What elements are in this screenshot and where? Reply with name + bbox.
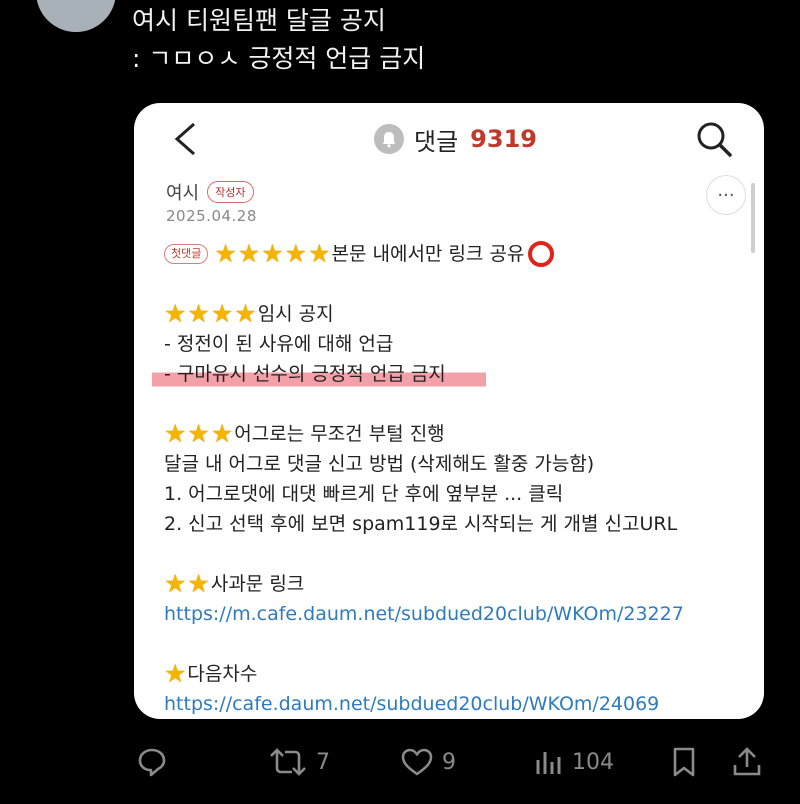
comment-line: ★ ★ ★ 어그로는 무조건 부털 진행 [164, 419, 744, 449]
circle-icon [528, 241, 555, 267]
comment-title: 댓글 9319 [374, 121, 537, 157]
comment-line: ★ 다음차수 [164, 659, 744, 689]
reply-button[interactable] [136, 746, 168, 778]
next-thread-link[interactable]: https://cafe.daum.net/subdued20club/WKOm… [164, 689, 659, 719]
attached-screenshot-card[interactable]: 댓글 9319 여시 작성자 2025.04.28 ··· 첫댓글 ★ ★ ★ ★ ★ … [134, 103, 764, 719]
star-icon: ★ [308, 239, 331, 268]
comment-text: 본문 내에서만 링크 공유 [331, 243, 525, 265]
star-icon: ★ [214, 239, 237, 268]
star-icon: ★ [164, 419, 187, 448]
comment-line: https://m.cafe.daum.net/subdued20club/WK… [164, 599, 744, 629]
author-badge: 작성자 [207, 181, 254, 203]
comment-date: 2025.04.28 [166, 207, 257, 225]
comment-text: 임시 공지 [257, 303, 334, 325]
comment-body: 첫댓글 ★ ★ ★ ★ ★ 본문 내에서만 링크 공유 ★ ★ ★ ★ 임시 공지 - 정전이… [152, 239, 744, 719]
first-comment-badge: 첫댓글 [164, 244, 209, 264]
comment-line: ★ ★ ★ ★ 임시 공지 [164, 299, 744, 329]
comment-line: 2. 신고 선택 후에 보면 spam119로 시작되는 게 개별 신고URL [164, 509, 744, 539]
bookmark-button[interactable] [670, 746, 698, 778]
comment-count: 9319 [470, 125, 537, 153]
share-icon [733, 747, 761, 776]
like-button[interactable]: 9 [400, 746, 456, 778]
star-icon: ★ [284, 239, 308, 268]
comment-line: - 정전이 된 사유에 대해 언급 [164, 329, 744, 359]
comment-text: 1. 어그로댓에 대댓 빠르게 단 후에 옆부분 ... 클릭 [164, 483, 564, 505]
bell-icon[interactable] [374, 124, 404, 154]
comment-text: 어그로는 무조건 부털 진행 [234, 423, 445, 445]
comment-line: 달글 내 어그로 댓글 신고 방법 (삭제해도 활중 가능함) [164, 449, 744, 479]
star-icon: ★ [234, 299, 257, 328]
comment-line: 1. 어그로댓에 대댓 빠르게 단 후에 옆부분 ... 클릭 [164, 479, 744, 509]
tweet-text: 여시 티원팀팬 달글 공지 : ㄱㅁㅇㅅ 긍정적 언급 금지 [132, 2, 425, 78]
comment-line: - 구마유시 선수의 긍정적 언급 금지 [152, 359, 744, 389]
apology-link[interactable]: https://m.cafe.daum.net/subdued20club/WK… [164, 599, 684, 629]
views-icon [536, 752, 561, 774]
comment-line: ★ ★ 사과문 링크 [164, 569, 744, 599]
star-icon: ★ [187, 419, 210, 448]
retweet-count: 7 [316, 749, 330, 775]
views-count: 104 [572, 749, 614, 775]
reply-icon [138, 748, 166, 777]
comment-text: 달글 내 어그로 댓글 신고 방법 (삭제해도 활중 가능함) [164, 453, 595, 475]
back-icon[interactable] [172, 121, 198, 157]
scrollbar[interactable] [751, 183, 755, 253]
comment-line: 첫댓글 ★ ★ ★ ★ ★ 본문 내에서만 링크 공유 [164, 239, 744, 269]
star-icon: ★ [164, 569, 187, 598]
star-icon: ★ [164, 299, 187, 328]
search-icon[interactable] [694, 119, 734, 159]
comment-label: 댓글 [414, 127, 459, 156]
tweet-line-2: : ㄱㅁㅇㅅ 긍정적 언급 금지 [132, 44, 426, 73]
tweet-action-bar: 7 9 104 [0, 742, 800, 792]
bookmark-icon [673, 747, 695, 777]
comment-text: 다음차수 [187, 663, 258, 685]
like-icon [401, 748, 433, 776]
comment-author-row: 여시 작성자 [166, 179, 254, 205]
star-icon: ★ [261, 239, 284, 268]
comment-text: - 정전이 된 사유에 대해 언급 [164, 333, 394, 355]
share-button[interactable] [732, 746, 762, 778]
star-icon: ★ [210, 419, 234, 448]
more-icon[interactable]: ··· [706, 175, 746, 215]
tweet-line-1: 여시 티원팀팬 달글 공지 [132, 6, 386, 35]
star-icon: ★ [164, 659, 187, 688]
star-icon: ★ [237, 239, 261, 268]
highlighted-text: - 구마유시 선수의 긍정적 언급 금지 [152, 359, 486, 389]
star-icon: ★ [210, 299, 234, 328]
views-button[interactable]: 104 [534, 746, 614, 778]
comment-line: https://cafe.daum.net/subdued20club/WKOm… [164, 689, 744, 719]
author-name[interactable]: 여시 [166, 179, 199, 205]
star-icon: ★ [187, 569, 210, 598]
retweet-icon [270, 748, 306, 776]
like-count: 9 [442, 749, 456, 775]
star-icon: ★ [187, 299, 210, 328]
retweet-button[interactable]: 7 [268, 746, 330, 778]
comment-text: 사과문 링크 [210, 573, 305, 595]
comment-text: 2. 신고 선택 후에 보면 spam119로 시작되는 게 개별 신고URL [164, 513, 678, 535]
avatar[interactable] [36, 0, 116, 32]
comment-header: 댓글 9319 [134, 103, 764, 175]
